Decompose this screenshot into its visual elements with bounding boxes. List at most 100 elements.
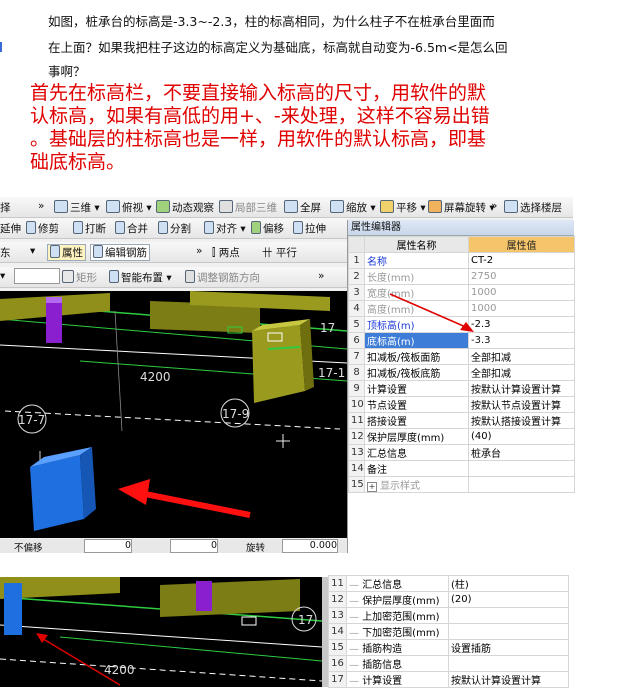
property-icon [50,245,60,258]
dropdown-arrow[interactable]: ▾ [30,245,35,257]
view3d-button[interactable]: 三维 ▾ [54,200,100,215]
question-line-1: 如图，桩承台的标高是-3.3~-2.3，柱的标高相同，为什么柱子不在桩承台里面而 [48,14,495,29]
property-value[interactable]: (40) [468,428,575,445]
split-button[interactable]: 分割 [158,221,191,236]
property-row[interactable]: 7 扣减板/筏板面筋 全部扣减 [348,348,575,365]
property-name: 汇总信息 [364,444,469,461]
magnifier-icon [284,200,298,213]
property-row[interactable]: 11— 汇总信息 (柱) [328,575,569,592]
property-row[interactable]: 15— 插筋构造 设置插筋 [328,639,569,656]
property-value[interactable] [448,655,569,672]
property-row[interactable]: 11 搭接设置 按默认搭接设置计算 [348,412,575,429]
property-row[interactable]: 9 计算设置 按默认计算设置计算 [348,380,575,397]
property-value[interactable]: (20) [448,591,569,608]
edit-rebar-button[interactable]: 编辑钢筋 [90,244,150,261]
property-row[interactable]: 14— 下加密范围(mm) [328,623,569,640]
row-number: 7 [348,348,365,365]
toolbar-modify: 延伸 修剪 打断 合并 分割 对齐 ▾ 偏移 拉伸 [0,218,347,239]
row-number: 14 [348,460,365,477]
property-row[interactable]: 10 节点设置 按默认节点设置计算 [348,396,575,413]
break-button[interactable]: 打断 [73,221,106,236]
expand-plus-icon[interactable]: + [367,482,377,492]
zoom-button[interactable]: 缩放 ▾ [330,200,376,215]
row-number: 6 [348,332,365,349]
align-button[interactable]: 对齐 ▾ [204,221,246,236]
parallel-button[interactable]: 卄 平行 [262,245,297,260]
property-row[interactable]: 8 扣减板/筏板底筋 全部扣减 [348,364,575,381]
property-row[interactable]: 12 保护层厚度(mm) (40) [348,428,575,445]
stretch-button[interactable]: 拉伸 [293,221,326,236]
property-value[interactable]: 设置插筋 [448,639,569,656]
row-number: 2 [348,268,365,285]
pan-button[interactable]: 平移 ▾ [380,200,426,215]
smart-layout-button[interactable]: 智能布置 ▾ [109,270,172,285]
property-row[interactable]: 12— 保护层厚度(mm) (20) [328,591,569,608]
more-chevron-2-icon[interactable]: » [491,200,497,212]
offset-button[interactable]: 偏移 [251,221,284,236]
property-row[interactable]: 15 + 显示样式 [348,476,575,493]
property-value[interactable]: 按默认计算设置计算 [448,671,569,688]
row-number: 15 [328,639,347,656]
row-number: 11 [348,412,365,429]
property-value[interactable]: 全部扣减 [468,364,575,381]
layer-select[interactable] [14,268,60,284]
toolbar-view: 择 » 三维 ▾ 俯视 ▾ 动态观察 局部三维 全屏 缩放 ▾ 平移 ▾ 屏幕旋… [0,197,573,218]
header-value: 属性值 [468,236,575,253]
local-3d-button[interactable]: 局部三维 [219,200,277,215]
adjust-rebar-button[interactable]: 调整钢筋方向 [185,270,260,285]
axis-label-17-7: 17-7 [18,413,46,427]
floors-icon [504,200,518,213]
row-number: 16 [328,655,347,672]
rebar-icon [93,245,103,258]
select-floor-button[interactable]: 选择楼层 [504,200,562,215]
merge-button[interactable]: 合并 [115,221,148,236]
property-value[interactable]: 桩承台 [468,444,575,461]
rect-button[interactable]: 矩形 [62,270,97,285]
screen-rotate-button[interactable]: 屏幕旋转 ▾ [428,200,495,215]
property-name: 节点设置 [364,396,469,413]
property-row[interactable]: 2 长度(mm) 2750 [348,268,575,285]
row-number: 13 [328,607,347,624]
more-chevron-3-icon[interactable]: » [196,245,202,257]
two-points-button[interactable]: ⫿ 两点 [212,245,240,260]
property-row[interactable]: 13 汇总信息 桩承台 [348,444,575,461]
property-value[interactable] [448,623,569,640]
question-line-2: 在上面？如果我把柱子这边的标高定义为基础底，标高就自动变为-6.5m<是怎么回 [48,40,508,55]
property-value[interactable] [468,460,575,477]
property-name-expandable[interactable]: + 显示样式 [364,476,469,493]
property-name: — 下加密范围(mm) [346,623,449,640]
property-value[interactable] [468,476,575,493]
dynamic-view-button[interactable]: 动态观察 [156,200,214,215]
property-value[interactable]: (柱) [448,575,569,592]
property-row[interactable]: 1 名称 CT-2 [348,252,575,269]
top-view-button[interactable]: 俯视 ▾ [106,200,152,215]
fullscreen-button[interactable]: 全屏 [284,200,321,215]
offset-icon [251,221,261,234]
property-value[interactable]: 2750 [468,268,575,285]
property-value[interactable]: 按默认搭接设置计算 [468,412,575,429]
property-row[interactable]: 16— 插筋信息 [328,655,569,672]
viewport-3d[interactable]: 4200 17-1 17 17-7 17-9 [0,291,347,538]
property-value[interactable] [448,607,569,624]
trim-button[interactable]: 修剪 [26,221,59,236]
viewport-3d-2[interactable]: 4200 17 [0,577,322,687]
more-chevron-4-icon[interactable]: » [318,270,324,282]
property-value[interactable]: CT-2 [468,252,575,269]
property-value[interactable]: 全部扣减 [468,348,575,365]
x-offset-input[interactable]: 0 [84,539,132,553]
property-button[interactable]: 属性 [47,244,86,261]
rotate-input[interactable]: 0.000 [282,539,338,553]
extend-button[interactable]: 延伸 [0,221,21,236]
row-number: 13 [348,444,365,461]
property-value[interactable]: 按默认节点设置计算 [468,396,575,413]
property-row[interactable]: 13— 上加密范围(mm) [328,607,569,624]
dropdown-arrow-2[interactable]: ▾ [0,270,5,282]
axis-label-17-2: 17 [298,613,314,627]
more-chevron-icon[interactable]: » [38,200,44,212]
status-bar: 不偏移 0 0 旋转 0.000 [0,539,347,554]
property-row[interactable]: 14 备注 [348,460,575,477]
property-value[interactable]: 按默认计算设置计算 [468,380,575,397]
property-row[interactable]: 17— 计算设置 按默认计算设置计算 [328,671,569,688]
y-offset-input[interactable]: 0 [170,539,218,553]
viewport-drawing-2 [0,577,322,686]
